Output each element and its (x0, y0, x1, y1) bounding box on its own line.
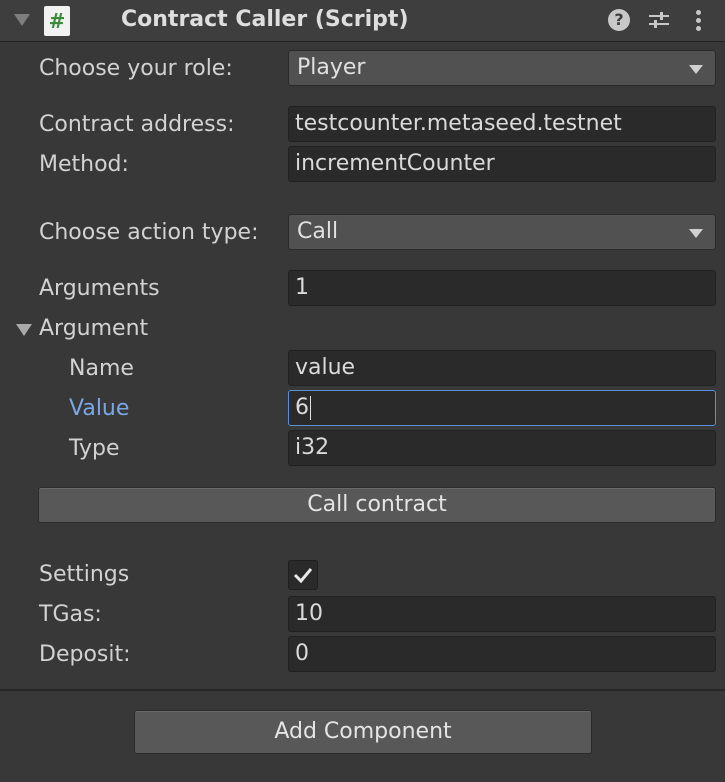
arg-type-field[interactable]: i32 (288, 430, 716, 466)
arg-name-field[interactable]: value (288, 350, 716, 386)
contract-address-label: Contract address: (39, 112, 235, 137)
component-header: # Contract Caller (Script) ? (0, 0, 725, 42)
arg-value-text: 6 (295, 395, 309, 420)
method-field[interactable]: incrementCounter (288, 146, 716, 182)
arg-value-label: Value (69, 396, 130, 421)
tgas-field[interactable]: 10 (288, 596, 716, 632)
call-contract-button[interactable]: Call contract (38, 487, 716, 523)
action-type-dropdown[interactable]: Call (288, 214, 716, 250)
checkmark-icon (293, 568, 313, 584)
settings-label: Settings (39, 562, 130, 587)
component-title: Contract Caller (Script) (121, 7, 409, 32)
role-dropdown-value: Player (297, 55, 366, 80)
action-type-label: Choose action type: (39, 220, 259, 245)
footer-divider (0, 689, 725, 691)
argument-foldout-label[interactable]: Argument (39, 316, 148, 342)
chevron-down-icon (689, 229, 703, 238)
contract-address-field[interactable]: testcounter.metaseed.testnet (288, 106, 716, 142)
text-caret (310, 396, 311, 420)
chevron-down-icon (689, 65, 703, 74)
foldout-arrow-icon[interactable] (14, 14, 30, 26)
presets-icon[interactable] (647, 8, 671, 32)
role-label: Choose your role: (39, 56, 233, 81)
role-dropdown[interactable]: Player (288, 50, 716, 86)
help-icon[interactable]: ? (608, 9, 630, 31)
add-component-button[interactable]: Add Component (134, 710, 592, 754)
deposit-field[interactable]: 0 (288, 636, 716, 672)
arguments-label: Arguments (39, 276, 160, 301)
action-type-dropdown-value: Call (297, 219, 339, 244)
deposit-label: Deposit: (39, 642, 131, 667)
settings-checkbox[interactable] (288, 560, 318, 590)
menu-icon[interactable] (690, 7, 706, 35)
script-icon: # (44, 6, 70, 36)
arg-name-label: Name (69, 356, 134, 381)
arg-type-label: Type (69, 436, 120, 461)
triangle-down-icon[interactable] (16, 324, 32, 336)
method-label: Method: (39, 152, 129, 177)
arguments-count-field[interactable]: 1 (288, 270, 716, 306)
tgas-label: TGas: (39, 602, 102, 627)
arg-value-field[interactable]: 6 (288, 390, 716, 426)
